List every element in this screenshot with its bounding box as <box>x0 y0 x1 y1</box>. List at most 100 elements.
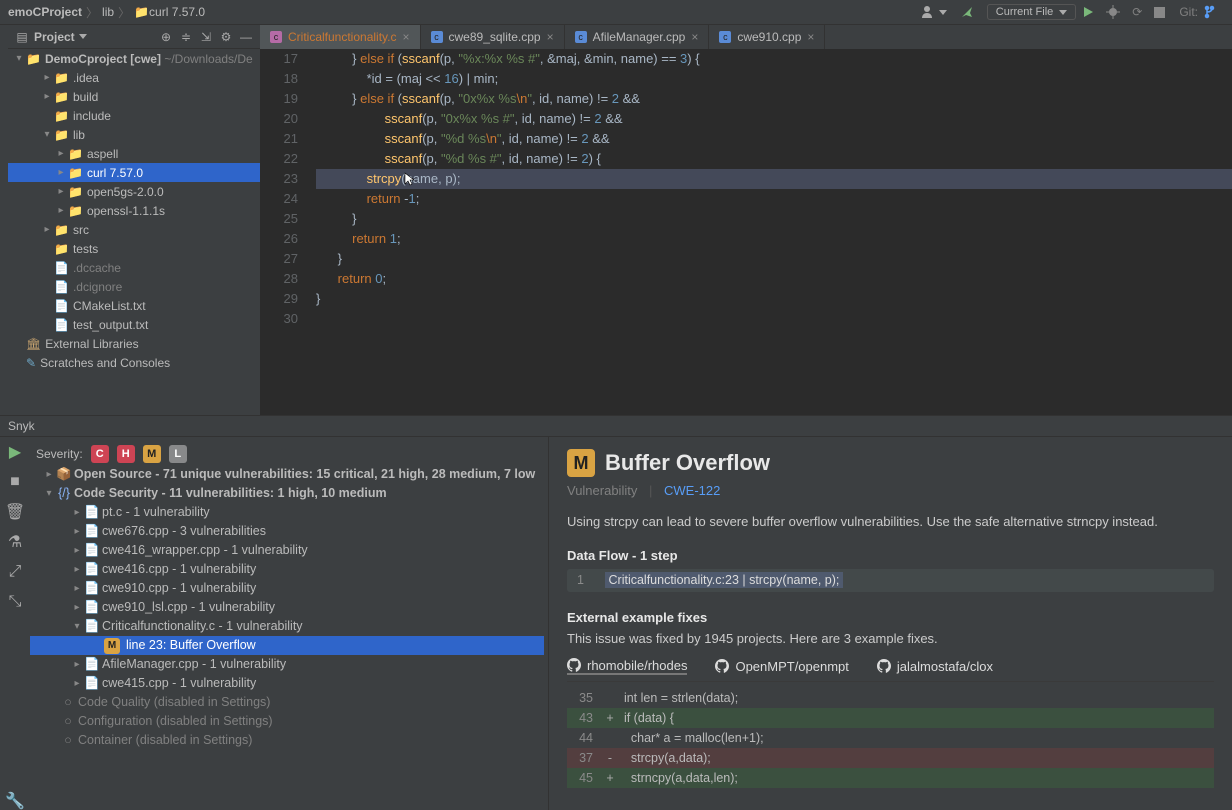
project-pane-title[interactable]: Project <box>34 30 75 44</box>
example-fix-tabs: rhomobile/rhodes OpenMPT/openmpt jalalmost… <box>567 658 1214 682</box>
tree-item[interactable]: ▸📁openssl-1.1.1s <box>8 201 260 220</box>
findings-file[interactable]: ▸📄cwe910_lsl.cpp - 1 vulnerability <box>30 598 544 617</box>
findings-file[interactable]: ▸📄cwe416_wrapper.cpp - 1 vulnerability <box>30 541 544 560</box>
finding-type: Vulnerability <box>567 483 637 498</box>
code-body[interactable]: } else if (sscanf(p, "%x:%x %s #", &maj,… <box>316 49 1232 415</box>
expand-all-icon[interactable]: ≑ <box>178 29 194 45</box>
editor-tab[interactable]: cAfileManager.cpp× <box>565 25 710 49</box>
tree-root[interactable]: ▾📁DemoCproject [cwe] ~/Downloads/De <box>8 49 260 68</box>
snyk-toolbar: ▶ ■ 🗑 ⚗ ⤢ ⤡ 🔧 <box>0 437 30 810</box>
hide-icon[interactable]: — <box>238 29 254 45</box>
example-fix-tab[interactable]: rhomobile/rhodes <box>567 658 687 675</box>
collapse-all-icon[interactable]: ⇲ <box>198 29 214 45</box>
debug-icon[interactable] <box>1100 2 1126 22</box>
findings-tree[interactable]: Severity: C H M L ▸📦Open Source - 71 uni… <box>30 437 548 810</box>
close-icon[interactable]: × <box>807 30 814 44</box>
findings-file[interactable]: ▸📄AfileManager.cpp - 1 vulnerability <box>30 655 544 674</box>
breadcrumb-curl[interactable]: curl 7.57.0 <box>149 5 205 19</box>
build-icon[interactable] <box>953 2 981 22</box>
cwe-link[interactable]: CWE-122 <box>664 483 720 498</box>
run-scan-icon[interactable]: ▶ <box>6 443 24 461</box>
tree-item[interactable]: 📄test_output.txt <box>8 315 260 334</box>
tree-external[interactable]: 🏛External Libraries <box>8 334 260 353</box>
tree-item[interactable]: ▸📁open5gs-2.0.0 <box>8 182 260 201</box>
titlebar: emoCProject 〉 lib 〉 📁 curl 7.57.0 Curren… <box>0 0 1232 25</box>
tree-item[interactable]: 📄.dcignore <box>8 277 260 296</box>
findings-file[interactable]: ▾📄Criticalfunctionality.c - 1 vulnerabil… <box>30 617 544 636</box>
editor-tabs: cCriticalfunctionality.c×ccwe89_sqlite.c… <box>260 25 1232 49</box>
diff-line: 35 int len = strlen(data); <box>567 688 1214 708</box>
sev-critical-badge[interactable]: C <box>91 445 109 463</box>
findings-file[interactable]: ▸📄cwe910.cpp - 1 vulnerability <box>30 579 544 598</box>
findings-file[interactable]: ▸📄cwe416.cpp - 1 vulnerability <box>30 560 544 579</box>
code-editor[interactable]: 1718192021222324252627282930 } else if (… <box>260 49 1232 415</box>
findings-code-security[interactable]: ▾{/}Code Security - 11 vulnerabilities: … <box>30 484 544 503</box>
file-type-icon: c <box>719 31 731 43</box>
breadcrumb-lib[interactable]: lib <box>102 5 114 19</box>
sev-high-badge[interactable]: H <box>117 445 135 463</box>
breadcrumb-sep: 〉 <box>86 4 98 21</box>
left-gutter <box>0 25 8 415</box>
snyk-toolwindow-tab[interactable]: Snyk <box>0 415 1232 437</box>
diff-line: 37- strcpy(a,data); <box>567 748 1214 768</box>
stop-icon[interactable] <box>1148 2 1171 22</box>
collapse-icon[interactable]: ⤡ <box>6 593 24 611</box>
project-tree[interactable]: ▾📁DemoCproject [cwe] ~/Downloads/De▸📁.id… <box>8 49 260 415</box>
severity-filter-row: Severity: C H M L <box>30 443 544 465</box>
users-icon[interactable] <box>915 2 953 22</box>
fold-column[interactable] <box>308 49 316 415</box>
findings-file[interactable]: ▸📄pt.c - 1 vulnerability <box>30 503 544 522</box>
more-run-icon[interactable]: ⟳ <box>1126 2 1148 22</box>
findings-issue-selected[interactable]: Mline 23: Buffer Overflow <box>30 636 544 655</box>
severity-badge: M <box>567 449 595 477</box>
snyk-label: Snyk <box>8 419 35 433</box>
git-branch-icon[interactable] <box>1198 2 1224 22</box>
select-opened-icon[interactable]: ⊕ <box>158 29 174 45</box>
stop-scan-icon[interactable]: ■ <box>6 473 24 491</box>
editor-tab[interactable]: ccwe89_sqlite.cpp× <box>421 25 565 49</box>
severity-label: Severity: <box>36 447 83 461</box>
tree-item[interactable]: ▸📁.idea <box>8 68 260 87</box>
tree-item[interactable]: 📄.dccache <box>8 258 260 277</box>
expand-icon[interactable]: ⤢ <box>6 563 24 581</box>
file-type-icon: c <box>431 31 443 43</box>
tree-item[interactable]: 📁include <box>8 106 260 125</box>
breadcrumb-sep: 〉 <box>118 4 130 21</box>
finding-detail: M Buffer Overflow Vulnerability | CWE-12… <box>548 437 1232 810</box>
tree-item[interactable]: ▸📁curl 7.57.0 <box>8 163 260 182</box>
findings-file[interactable]: ▸📄cwe676.cpp - 3 vulnerabilities <box>30 522 544 541</box>
project-view-icon[interactable]: ▤ <box>14 29 30 45</box>
settings-icon[interactable]: ⚙ <box>218 29 234 45</box>
close-icon[interactable]: × <box>547 30 554 44</box>
filter-icon[interactable]: ⚗ <box>6 533 24 551</box>
project-pane-dd[interactable] <box>79 34 87 39</box>
editor-area: cCriticalfunctionality.c×ccwe89_sqlite.c… <box>260 25 1232 415</box>
tree-item[interactable]: ▸📁build <box>8 87 260 106</box>
tree-scratches[interactable]: ✎Scratches and Consoles <box>8 353 260 372</box>
example-fix-tab[interactable]: jalalmostafa/clox <box>877 658 993 675</box>
close-icon[interactable]: × <box>691 30 698 44</box>
sev-medium-badge[interactable]: M <box>143 445 161 463</box>
tree-item[interactable]: 📄CMakeList.txt <box>8 296 260 315</box>
editor-tab[interactable]: ccwe910.cpp× <box>709 25 825 49</box>
fixes-sub: This issue was fixed by 1945 projects. H… <box>567 631 1214 646</box>
tree-item[interactable]: ▸📁src <box>8 220 260 239</box>
tree-item[interactable]: 📁tests <box>8 239 260 258</box>
wrench-icon[interactable]: 🔧 <box>6 792 24 810</box>
example-fix-tab[interactable]: OpenMPT/openmpt <box>715 658 848 675</box>
close-icon[interactable]: × <box>402 30 409 44</box>
diff-line: 43+ if (data) { <box>567 708 1214 728</box>
mouse-cursor-icon <box>404 172 416 184</box>
clean-icon[interactable]: 🗑 <box>6 503 24 521</box>
findings-file[interactable]: ▸📄cwe415.cpp - 1 vulnerability <box>30 674 544 693</box>
run-icon[interactable] <box>1076 2 1100 22</box>
tree-item[interactable]: ▸📁aspell <box>8 144 260 163</box>
breadcrumb-project[interactable]: emoCProject <box>8 5 82 19</box>
sev-low-badge[interactable]: L <box>169 445 187 463</box>
dataflow-code[interactable]: 1 Criticalfunctionality.c:23 | strcpy(na… <box>567 569 1214 592</box>
project-tool-window: ▤ Project ⊕ ≑ ⇲ ⚙ — ▾📁DemoCproject [cwe]… <box>8 25 260 415</box>
editor-tab[interactable]: cCriticalfunctionality.c× <box>260 25 421 49</box>
run-config-dropdown[interactable]: Current File <box>987 4 1076 20</box>
tree-item[interactable]: ▾📁lib <box>8 125 260 144</box>
findings-open-source[interactable]: ▸📦Open Source - 71 unique vulnerabilitie… <box>30 465 544 484</box>
